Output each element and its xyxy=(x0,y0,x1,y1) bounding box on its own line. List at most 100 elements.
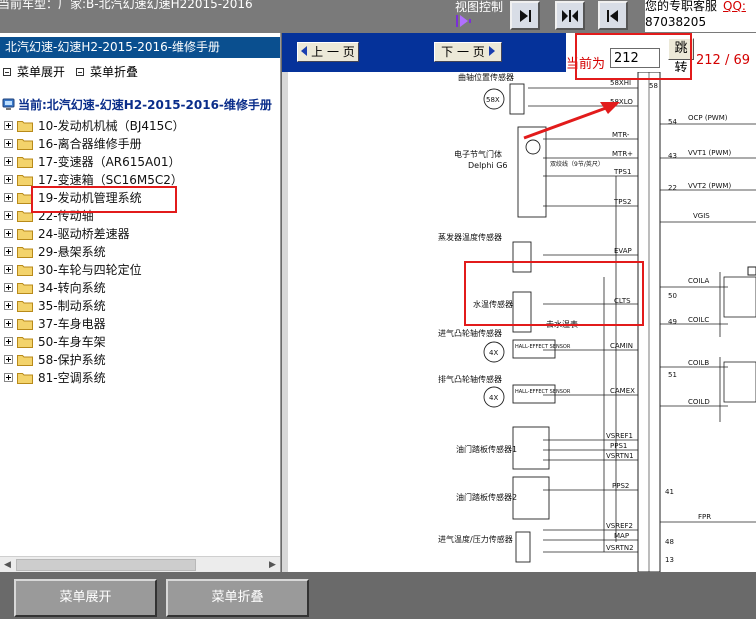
signal-name: TPS1 xyxy=(613,168,631,176)
horizontal-scrollbar[interactable]: ◀ ▶ xyxy=(0,556,280,572)
arrow-right-bar-icon xyxy=(520,10,531,22)
tree-item-label: 37-车身电器 xyxy=(38,317,106,331)
expand-plus-icon[interactable] xyxy=(4,265,13,274)
signal-name: VSRTN2 xyxy=(606,544,634,552)
pin-number: 50 xyxy=(668,292,677,300)
top-bar: 当前车型：厂家:B-北汽幻速幻速H22015-2016 视图控制 您的专职客服 Q… xyxy=(0,0,756,33)
menu-expand-link[interactable]: 菜单展开 xyxy=(3,64,65,80)
split-view-icon xyxy=(562,10,578,22)
expand-plus-icon[interactable] xyxy=(4,121,13,130)
prev-arrow-icon xyxy=(301,46,308,56)
highlight-box-page xyxy=(575,33,692,80)
tree-item[interactable]: 34-转向系统 xyxy=(0,279,280,297)
pin-number: 58 xyxy=(649,82,658,90)
expand-plus-icon[interactable] xyxy=(4,337,13,346)
signal-name: VSREF2 xyxy=(606,522,633,530)
expand-plus-icon[interactable] xyxy=(4,301,13,310)
tree-item[interactable]: 24-驱动桥差速器 xyxy=(0,225,280,243)
expand-plus-icon[interactable] xyxy=(4,373,13,382)
signal-label: OCP (PWM) xyxy=(688,114,728,122)
expand-plus-icon[interactable] xyxy=(4,283,13,292)
signal-label: VVT2 (PWM) xyxy=(688,182,731,190)
menu-expand-label: 菜单展开 xyxy=(17,65,66,79)
tree-item-label: 29-悬架系统 xyxy=(38,245,106,259)
expand-plus-icon[interactable] xyxy=(4,229,13,238)
scrollbar-thumb[interactable] xyxy=(16,559,196,571)
scroll-right-icon[interactable]: ▶ xyxy=(269,560,276,570)
sensor-note: HALL-EFFECT SENSOR xyxy=(515,389,571,395)
menu-collapse-link[interactable]: 菜单折叠 xyxy=(76,64,138,80)
view-split-button[interactable] xyxy=(555,1,585,30)
scroll-left-icon[interactable]: ◀ xyxy=(4,560,11,570)
service-label: 您的专职客服 xyxy=(645,0,718,13)
current-manual-node[interactable]: 当前:北汽幻速-幻速H2-2015-2016-维修手册 xyxy=(2,96,272,114)
pin-number: 49 xyxy=(668,318,677,326)
folder-icon xyxy=(17,355,33,366)
sensor-name: 油门踏板传感器1 xyxy=(456,444,517,454)
pin-number: 43 xyxy=(668,152,677,160)
pin-number: 41 xyxy=(665,488,674,496)
tree-item[interactable]: 10-发动机机械（BJ415C） xyxy=(0,117,280,135)
expand-plus-icon[interactable] xyxy=(4,193,13,202)
folder-icon xyxy=(17,373,33,384)
view-control-icon xyxy=(456,15,471,27)
tree-item[interactable]: 17-变速器（AR615A01） xyxy=(0,153,280,171)
sensor-name: Delphi G6 xyxy=(468,161,508,170)
view-forward-button[interactable] xyxy=(510,1,540,30)
expand-plus-icon[interactable] xyxy=(4,139,13,148)
folder-icon xyxy=(17,139,33,150)
expand-plus-icon[interactable] xyxy=(4,175,13,184)
sensor-name: 进气温度/压力传感器 xyxy=(438,534,513,544)
signal-name: CAMEX xyxy=(610,387,635,395)
expand-square-icon xyxy=(3,68,11,76)
tree-item-label: 30-车轮与四轮定位 xyxy=(38,263,142,277)
signal-label: VVT1 (PWM) xyxy=(688,149,731,157)
tree-item[interactable]: 37-车身电器 xyxy=(0,315,280,333)
signal-name: 58XHI xyxy=(610,79,631,87)
folder-icon xyxy=(17,175,33,186)
tree-item-label: 16-离合器维修手册 xyxy=(38,137,142,151)
page-count: 212 / 69 xyxy=(696,53,750,68)
signal-name: EVAP xyxy=(614,247,632,255)
qq-link[interactable]: QQ: xyxy=(723,0,746,13)
highlight-box-sensor xyxy=(464,261,644,326)
tree-item[interactable]: 29-悬架系统 xyxy=(0,243,280,261)
prev-page-label: 上 一 页 xyxy=(311,45,355,59)
tree-item-label: 58-保护系统 xyxy=(38,353,106,367)
folder-icon xyxy=(17,229,33,240)
view-back-button[interactable] xyxy=(598,1,628,30)
signal-name: MTR- xyxy=(612,131,630,139)
expand-plus-icon[interactable] xyxy=(4,211,13,220)
bottom-expand-button[interactable]: 菜单展开 xyxy=(14,579,157,617)
pin-number: 48 xyxy=(665,538,674,546)
menu-collapse-label: 菜单折叠 xyxy=(90,65,139,79)
tree-item-label: 34-转向系统 xyxy=(38,281,106,295)
pin-number: 13 xyxy=(665,556,674,564)
tree-item[interactable]: 16-离合器维修手册 xyxy=(0,135,280,153)
sensor-name: 曲轴位置传感器 xyxy=(458,72,514,82)
expand-plus-icon[interactable] xyxy=(4,247,13,256)
tree-item[interactable]: 30-车轮与四轮定位 xyxy=(0,261,280,279)
customer-service-box: 您的专职客服 QQ: 87038205 xyxy=(645,0,756,32)
prev-page-button[interactable]: 上 一 页 xyxy=(297,42,359,62)
service-phone: 87038205 xyxy=(645,15,707,29)
tree-item[interactable]: 50-车身车架 xyxy=(0,333,280,351)
tree-item[interactable]: 58-保护系统 xyxy=(0,351,280,369)
signal-name: MAP xyxy=(614,532,629,540)
signal-label: VGIS xyxy=(693,212,710,220)
tree-item[interactable]: 35-制动系统 xyxy=(0,297,280,315)
next-page-button[interactable]: 下 一 页 xyxy=(434,42,502,62)
sensor-note: 4X xyxy=(489,394,498,402)
bottom-collapse-button[interactable]: 菜单折叠 xyxy=(166,579,309,617)
sensor-note: 双绞线（9节/英尺） xyxy=(550,160,604,168)
signal-name: CAMIN xyxy=(610,342,633,350)
folder-icon xyxy=(17,157,33,168)
expand-plus-icon[interactable] xyxy=(4,355,13,364)
tree-item-label: 10-发动机机械（BJ415C） xyxy=(38,119,185,133)
expand-plus-icon[interactable] xyxy=(4,319,13,328)
tree-item[interactable]: 81-空调系统 xyxy=(0,369,280,387)
manual-title-bar: 北汽幻速-幻速H2-2015-2016-维修手册 xyxy=(0,37,280,58)
sensor-name: 蒸发器温度传感器 xyxy=(438,232,502,242)
expand-plus-icon[interactable] xyxy=(4,157,13,166)
signal-label: COILA xyxy=(688,277,710,285)
